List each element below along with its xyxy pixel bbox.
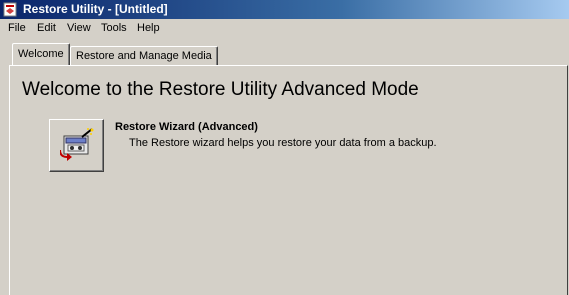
restore-wizard-description: The Restore wizard helps you restore you… [129, 137, 437, 149]
menu-edit[interactable]: Edit [37, 22, 56, 35]
tab-strip: Welcome Restore and Manage Media [0, 40, 569, 68]
tab-welcome[interactable]: Welcome [12, 43, 70, 65]
menu-help[interactable]: Help [137, 22, 160, 35]
window-title: Restore Utility - [Untitled] [23, 2, 168, 16]
page-heading: Welcome to the Restore Utility Advanced … [22, 79, 419, 100]
restore-wizard-title: Restore Wizard (Advanced) [115, 121, 258, 133]
menu-file[interactable]: File [8, 22, 26, 35]
menu-tools[interactable]: Tools [101, 22, 127, 35]
tab-restore-manage-media[interactable]: Restore and Manage Media [70, 46, 218, 65]
menu-view[interactable]: View [67, 22, 91, 35]
menu-bar: File Edit View Tools Help [0, 19, 569, 38]
restore-app-icon[interactable] [3, 2, 18, 17]
restore-wizard-icon [60, 128, 94, 161]
title-bar[interactable]: Restore Utility - [Untitled] [0, 0, 569, 19]
restore-wizard-button[interactable] [49, 119, 104, 172]
